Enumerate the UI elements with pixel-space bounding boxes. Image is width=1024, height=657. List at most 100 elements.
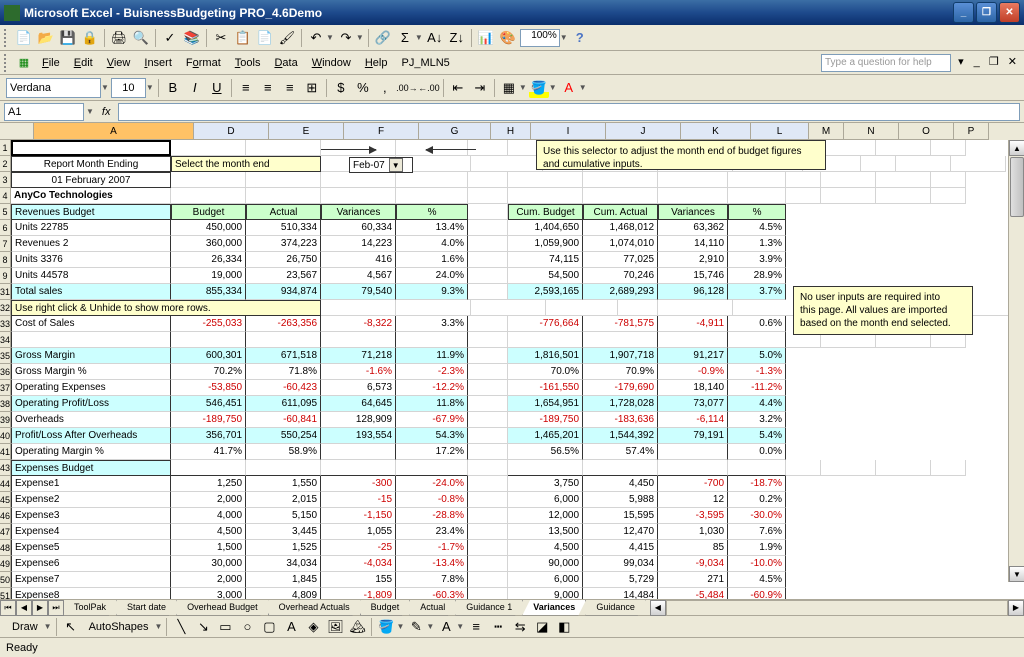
cell[interactable] xyxy=(876,460,931,476)
tab-next-button[interactable]: ▶ xyxy=(32,600,48,616)
print-button[interactable]: 🖨 xyxy=(109,28,129,48)
cell[interactable]: 0.0% xyxy=(728,444,786,460)
open-button[interactable]: 📂 xyxy=(36,28,56,48)
textbox-button[interactable]: ▢ xyxy=(259,617,279,637)
redo-dropdown[interactable]: ▼ xyxy=(356,33,364,42)
cell[interactable]: 3.3% xyxy=(396,316,468,332)
cell[interactable]: 41.7% xyxy=(171,444,246,460)
row-header[interactable]: 35 xyxy=(0,348,11,364)
undo-button[interactable]: ↶ xyxy=(306,28,326,48)
cell[interactable]: 2,015 xyxy=(246,492,321,508)
cell[interactable]: 96,128 xyxy=(658,284,728,300)
cell[interactable]: 2,910 xyxy=(658,252,728,268)
cell[interactable]: 5.0% xyxy=(728,348,786,364)
cell[interactable] xyxy=(468,236,508,252)
cell[interactable]: Expense7 xyxy=(11,572,171,588)
decrease-indent-button[interactable]: ⇤ xyxy=(448,78,468,98)
cell[interactable]: -300 xyxy=(321,476,396,492)
research-button[interactable]: 📚 xyxy=(182,28,202,48)
cell[interactable]: Units 3376 xyxy=(11,252,171,268)
cell[interactable]: -13.4% xyxy=(396,556,468,572)
cell[interactable] xyxy=(321,188,396,204)
cell[interactable] xyxy=(468,444,508,460)
cell[interactable] xyxy=(171,460,246,476)
cell[interactable]: % xyxy=(728,204,786,220)
row-header[interactable]: 36 xyxy=(0,364,11,380)
cell[interactable] xyxy=(468,396,508,412)
cell[interactable]: 77,025 xyxy=(583,252,658,268)
cell[interactable]: Operating Profit/Loss xyxy=(11,396,171,412)
company-name[interactable]: AnyCo Technologies xyxy=(11,188,171,204)
cell[interactable]: -1,150 xyxy=(321,508,396,524)
column-header[interactable]: A xyxy=(34,123,194,140)
cell[interactable] xyxy=(658,460,728,476)
line-button[interactable]: ╲ xyxy=(171,617,191,637)
cell[interactable]: Variances xyxy=(658,204,728,220)
cell[interactable]: Cum. Actual xyxy=(583,204,658,220)
font-dropdown[interactable]: ▼ xyxy=(101,83,109,92)
menu-pjmln5[interactable]: PJ_MLN5 xyxy=(395,55,455,71)
cell[interactable] xyxy=(171,188,246,204)
cell[interactable] xyxy=(246,460,321,476)
cell[interactable]: -0.8% xyxy=(396,492,468,508)
cell[interactable]: 9.3% xyxy=(396,284,468,300)
align-center-button[interactable]: ≡ xyxy=(258,78,278,98)
font-name-input[interactable] xyxy=(6,78,101,98)
row-header[interactable]: 45 xyxy=(0,492,11,508)
cell[interactable]: 79,191 xyxy=(658,428,728,444)
cell[interactable]: 450,000 xyxy=(171,220,246,236)
cell[interactable]: 1,030 xyxy=(658,524,728,540)
cell[interactable]: -60.3% xyxy=(396,588,468,599)
section-header[interactable]: Revenues Budget xyxy=(11,204,171,220)
cell[interactable]: Units 22785 xyxy=(11,220,171,236)
cell[interactable]: 271 xyxy=(658,572,728,588)
print-preview-button[interactable]: 🔍 xyxy=(131,28,151,48)
cell[interactable]: 1,550 xyxy=(246,476,321,492)
cell[interactable]: 4,500 xyxy=(171,524,246,540)
cell[interactable]: 1.6% xyxy=(396,252,468,268)
cell[interactable] xyxy=(931,460,966,476)
sheet-tab[interactable]: ToolPak xyxy=(63,600,117,616)
cell[interactable]: 1.9% xyxy=(728,540,786,556)
cell[interactable] xyxy=(321,444,396,460)
cell[interactable] xyxy=(468,172,508,188)
diagram-button[interactable]: ◈ xyxy=(303,617,323,637)
cell[interactable]: 4.0% xyxy=(396,236,468,252)
cell[interactable]: 4,567 xyxy=(321,268,396,284)
cell[interactable]: 671,518 xyxy=(246,348,321,364)
cut-button[interactable]: ✂ xyxy=(211,28,231,48)
cell[interactable]: 7.6% xyxy=(728,524,786,540)
cell[interactable]: 546,451 xyxy=(171,396,246,412)
cell[interactable] xyxy=(468,220,508,236)
cell[interactable]: 18,140 xyxy=(658,380,728,396)
cell[interactable]: Operating Margin % xyxy=(11,444,171,460)
cell[interactable] xyxy=(658,188,728,204)
cell[interactable]: Gross Margin % xyxy=(11,364,171,380)
cell[interactable]: 85 xyxy=(658,540,728,556)
cell[interactable]: Actual xyxy=(246,204,321,220)
column-header[interactable]: D xyxy=(194,123,269,140)
undo-dropdown[interactable]: ▼ xyxy=(326,33,334,42)
cell[interactable] xyxy=(821,188,876,204)
cell[interactable] xyxy=(468,380,508,396)
cell[interactable] xyxy=(321,140,396,156)
cell[interactable] xyxy=(171,332,246,348)
menu-tools[interactable]: Tools xyxy=(229,55,267,71)
cell[interactable] xyxy=(821,460,876,476)
sort-asc-button[interactable]: A↓ xyxy=(425,28,445,48)
cell[interactable]: 17.2% xyxy=(396,444,468,460)
rectangle-button[interactable]: ▭ xyxy=(215,617,235,637)
increase-indent-button[interactable]: ⇥ xyxy=(470,78,490,98)
cell[interactable] xyxy=(468,140,508,156)
cell[interactable]: -60,841 xyxy=(246,412,321,428)
cell[interactable]: -1.3% xyxy=(728,364,786,380)
borders-dropdown[interactable]: ▼ xyxy=(519,83,527,92)
cell[interactable] xyxy=(583,188,658,204)
cell[interactable]: 57.4% xyxy=(583,444,658,460)
doc-restore-button[interactable]: ❐ xyxy=(986,56,1002,68)
cell[interactable]: 5,150 xyxy=(246,508,321,524)
select-label[interactable]: Select the month end xyxy=(171,156,321,172)
cell[interactable] xyxy=(468,556,508,572)
cell[interactable]: -255,033 xyxy=(171,316,246,332)
cell[interactable] xyxy=(246,172,321,188)
